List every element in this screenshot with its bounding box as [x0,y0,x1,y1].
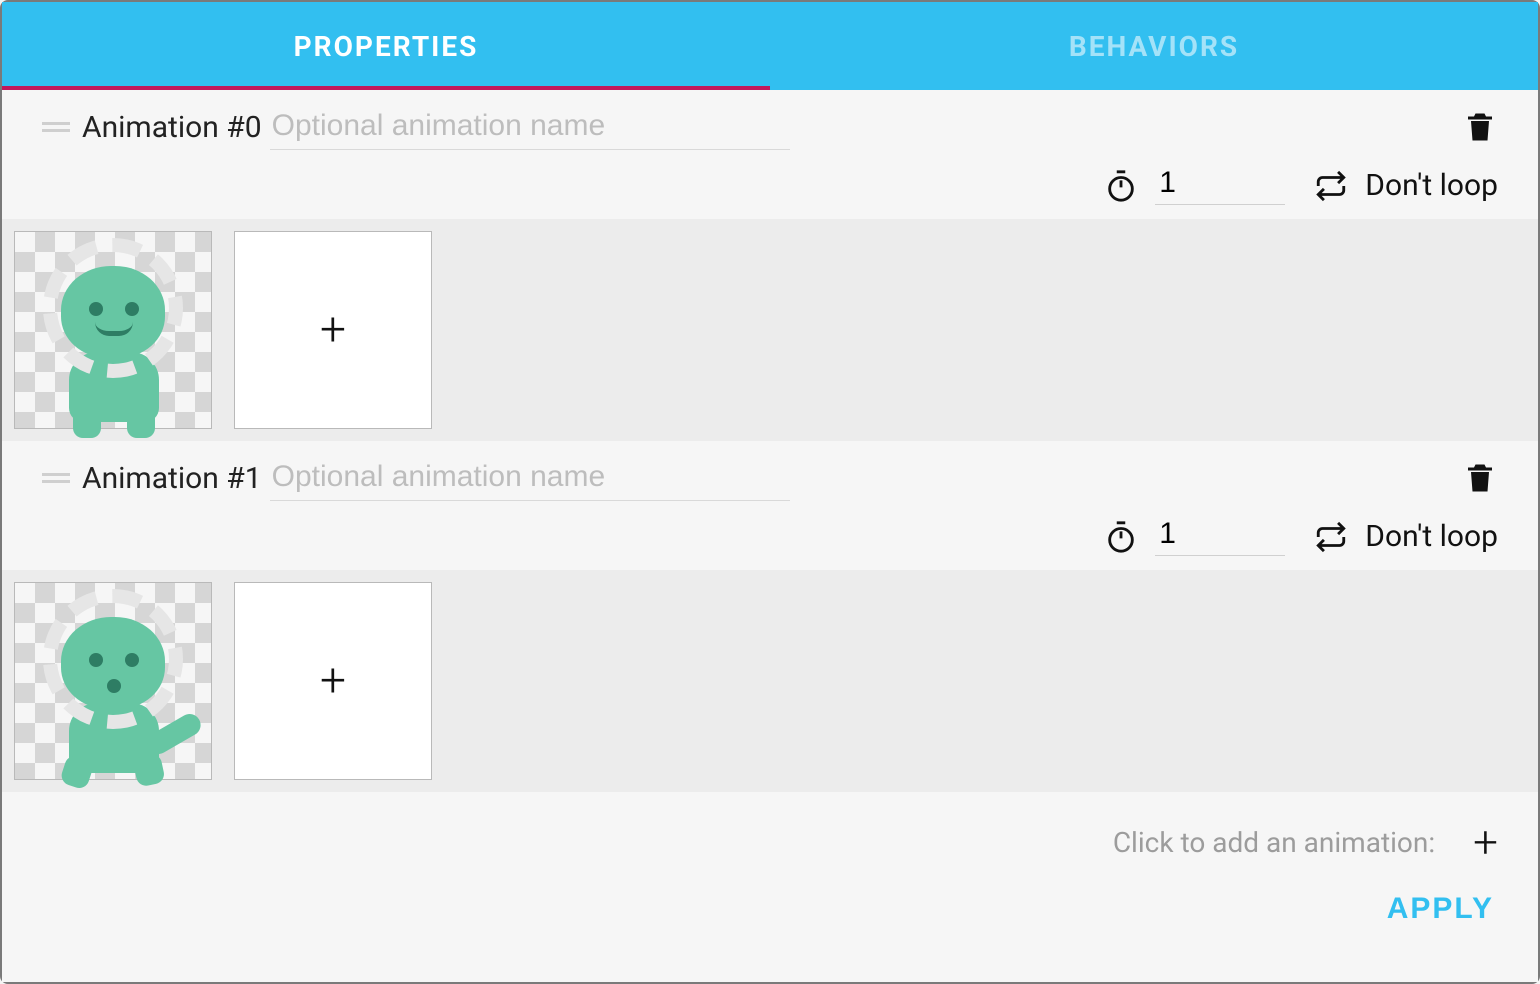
frames-strip: + [2,570,1538,792]
sprite-preview [15,583,211,779]
loop-label: Don't loop [1365,519,1498,554]
animation-name-input[interactable] [270,105,790,150]
loop-icon [1313,519,1349,555]
timer-icon [1103,519,1139,555]
loop-toggle[interactable]: Don't loop [1313,168,1498,204]
add-animation-hint: Click to add an animation: [1113,826,1435,859]
plus-icon: + [320,303,346,357]
trash-icon[interactable] [1462,460,1498,496]
fps-input[interactable] [1155,517,1285,556]
drag-handle-icon[interactable] [42,122,82,132]
add-frame-button[interactable]: + [234,582,432,780]
tab-behaviors[interactable]: BEHAVIORS [770,2,1538,90]
animation-name-input[interactable] [270,456,790,501]
animation-label: Animation #0 [82,110,270,145]
fps-input[interactable] [1155,166,1285,205]
plus-icon: + [320,654,346,708]
add-frame-button[interactable]: + [234,231,432,429]
timer-icon [1103,168,1139,204]
tab-properties[interactable]: PROPERTIES [2,2,770,90]
drag-handle-icon[interactable] [42,473,82,483]
sprite-preview [15,232,211,428]
animation-controls: Don't loop [2,505,1538,570]
properties-panel: Animation #0 Don't loop [2,90,1538,982]
tab-behaviors-label: BEHAVIORS [1069,30,1239,63]
loop-toggle[interactable]: Don't loop [1313,519,1498,555]
tab-properties-label: PROPERTIES [294,30,479,63]
trash-icon[interactable] [1462,109,1498,145]
add-animation-button[interactable]: + [1473,820,1498,864]
frames-strip: + [2,219,1538,441]
loop-label: Don't loop [1365,168,1498,203]
animation-header: Animation #1 [2,441,1538,505]
sprite-frame[interactable] [14,231,212,429]
apply-row: APPLY [2,874,1538,952]
animation-header: Animation #0 [2,90,1538,154]
animation-controls: Don't loop [2,154,1538,219]
animation-label: Animation #1 [82,461,270,496]
fps-control [1103,166,1285,205]
fps-control [1103,517,1285,556]
apply-button[interactable]: APPLY [1387,892,1494,926]
loop-icon [1313,168,1349,204]
add-animation-row: Click to add an animation: + [2,792,1538,874]
sprite-frame[interactable] [14,582,212,780]
tabs-bar: PROPERTIES BEHAVIORS [2,2,1538,90]
